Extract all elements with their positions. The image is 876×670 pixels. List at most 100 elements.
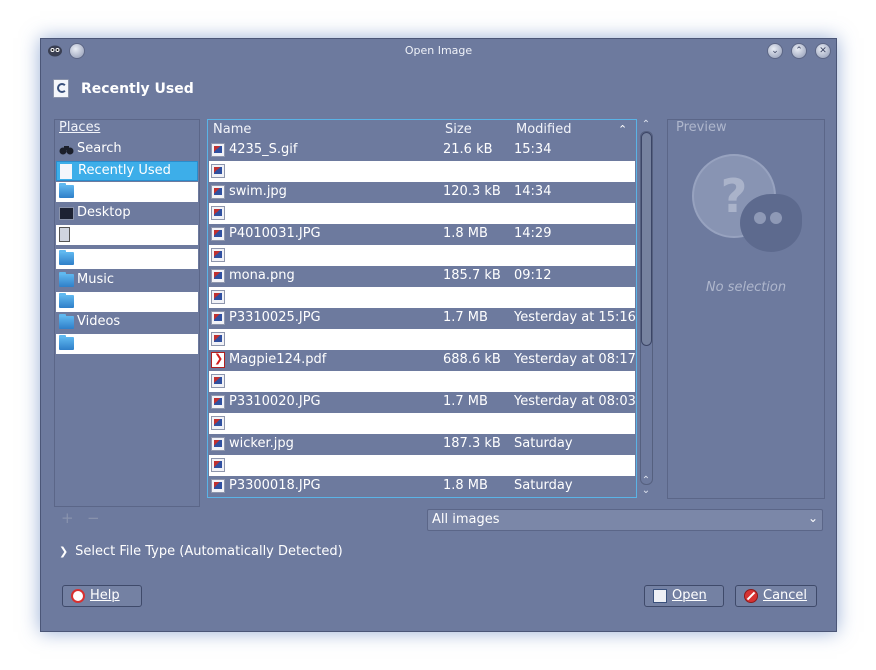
scroll-track[interactable] bbox=[640, 131, 653, 485]
preview-header: Preview bbox=[676, 120, 727, 135]
places-item-folder[interactable] bbox=[56, 292, 198, 312]
file-row[interactable]: P3300018.JPG 1.8 MB Saturday bbox=[209, 476, 635, 497]
file-list: Name Size Modified ⌃ 4235_S.gif 21.6 kB 15… bbox=[207, 119, 637, 498]
image-file-icon bbox=[211, 206, 225, 220]
file-size: 1.7 MB bbox=[443, 310, 488, 325]
file-row[interactable]: mona.png 185.7 kB 09:12 bbox=[209, 266, 635, 287]
file-row[interactable] bbox=[209, 371, 635, 392]
column-header-size[interactable]: Size bbox=[445, 122, 472, 137]
image-file-icon bbox=[211, 395, 225, 409]
file-filter-select[interactable]: All images ⌄ bbox=[427, 509, 823, 531]
image-file-icon bbox=[211, 269, 225, 283]
file-modified: 09:12 bbox=[514, 268, 552, 283]
close-icon[interactable]: ✕ bbox=[815, 43, 831, 59]
file-modified: Yesterday at 08:03 bbox=[514, 394, 636, 409]
file-list-scrollbar[interactable]: ⌃ ⌃ ⌄ bbox=[639, 119, 653, 499]
folder-icon bbox=[59, 335, 74, 350]
file-size: 1.8 MB bbox=[443, 478, 488, 493]
minimize-icon[interactable]: ⌄ bbox=[767, 43, 783, 59]
folder-icon bbox=[59, 293, 74, 308]
places-item-label: Desktop bbox=[77, 205, 131, 220]
image-file-icon bbox=[211, 290, 225, 304]
places-item-home[interactable] bbox=[56, 182, 198, 202]
image-file-icon bbox=[211, 248, 225, 262]
file-row[interactable] bbox=[209, 455, 635, 476]
file-row[interactable]: P4010031.JPG 1.8 MB 14:29 bbox=[209, 224, 635, 245]
image-file-icon bbox=[211, 332, 225, 346]
file-size: 688.6 kB bbox=[443, 352, 501, 367]
file-name: wicker.jpg bbox=[229, 436, 294, 451]
file-row[interactable]: swim.jpg 120.3 kB 14:34 bbox=[209, 182, 635, 203]
file-size: 1.8 MB bbox=[443, 226, 488, 241]
places-item-drive[interactable] bbox=[56, 225, 198, 245]
file-size: 1.7 MB bbox=[443, 394, 488, 409]
binoculars-icon bbox=[59, 143, 74, 156]
places-item-folder[interactable] bbox=[56, 249, 198, 269]
places-item-videos[interactable]: Videos bbox=[56, 313, 198, 333]
places-item-label: Music bbox=[77, 272, 114, 287]
expander-label: Select File Type (Automatically Detected… bbox=[75, 544, 343, 559]
home-folder-icon bbox=[59, 183, 74, 198]
image-file-icon bbox=[211, 416, 225, 430]
file-modified: Saturday bbox=[514, 436, 573, 451]
scroll-thumb[interactable] bbox=[641, 132, 652, 346]
file-modified: Saturday bbox=[514, 478, 573, 493]
places-item-recently-used[interactable]: Recently Used bbox=[56, 161, 198, 181]
file-row[interactable]: wicker.jpg 187.3 kB Saturday bbox=[209, 434, 635, 455]
places-item-desktop[interactable]: Desktop bbox=[56, 204, 198, 224]
places-panel: Places Search Recently Used Desktop Musi… bbox=[54, 119, 200, 507]
places-item-label: Search bbox=[77, 141, 122, 156]
file-modified: Yesterday at 08:17 bbox=[514, 352, 636, 367]
file-row[interactable] bbox=[209, 287, 635, 308]
file-name: P3300018.JPG bbox=[229, 478, 321, 493]
add-icon[interactable]: + bbox=[61, 509, 74, 527]
image-file-icon bbox=[211, 458, 225, 472]
places-item-label: Recently Used bbox=[78, 163, 171, 178]
open-icon bbox=[653, 589, 667, 603]
file-modified: 14:29 bbox=[514, 226, 552, 241]
file-list-header: Name Size Modified ⌃ bbox=[208, 120, 636, 140]
file-row[interactable]: P3310025.JPG 1.7 MB Yesterday at 15:16 bbox=[209, 308, 636, 329]
image-file-icon bbox=[211, 227, 225, 241]
file-name: swim.jpg bbox=[229, 184, 287, 199]
cancel-button[interactable]: Cancel bbox=[735, 585, 817, 607]
column-header-modified[interactable]: Modified bbox=[516, 122, 571, 137]
column-header-name[interactable]: Name bbox=[213, 122, 251, 137]
chevron-up-icon[interactable]: ⌃ bbox=[618, 123, 627, 136]
file-row[interactable] bbox=[209, 203, 635, 224]
preview-empty-text: No selection bbox=[705, 280, 787, 295]
places-header[interactable]: Places bbox=[59, 120, 100, 138]
file-name: P3310020.JPG bbox=[229, 394, 321, 409]
image-file-icon bbox=[211, 164, 225, 178]
scroll-down-icon[interactable]: ⌄ bbox=[639, 485, 653, 497]
image-file-icon bbox=[211, 437, 225, 451]
scroll-up-icon[interactable]: ⌃ bbox=[639, 119, 653, 131]
file-filter-value: All images bbox=[432, 512, 500, 527]
file-name: P4010031.JPG bbox=[229, 226, 321, 241]
title-bar[interactable]: Open Image ⌄ ⌃ ✕ bbox=[41, 39, 836, 65]
recent-document-icon bbox=[53, 79, 69, 98]
maximize-icon[interactable]: ⌃ bbox=[791, 43, 807, 59]
places-item-search[interactable]: Search bbox=[56, 140, 198, 160]
image-file-icon bbox=[211, 311, 225, 325]
file-modified: Yesterday at 15:16 bbox=[514, 310, 636, 325]
file-row[interactable] bbox=[209, 329, 635, 350]
drive-icon bbox=[59, 227, 70, 242]
file-row[interactable]: Magpie124.pdf 688.6 kB Yesterday at 08:17 bbox=[209, 350, 636, 371]
help-icon bbox=[71, 589, 85, 603]
places-item-music[interactable]: Music bbox=[56, 271, 198, 291]
help-button[interactable]: Help bbox=[62, 585, 142, 607]
places-item-folder[interactable] bbox=[56, 334, 198, 354]
open-button[interactable]: Open bbox=[644, 585, 724, 607]
file-size: 120.3 kB bbox=[443, 184, 501, 199]
file-row[interactable] bbox=[209, 245, 635, 266]
file-size: 185.7 kB bbox=[443, 268, 501, 283]
remove-icon[interactable]: − bbox=[87, 509, 100, 527]
open-image-dialog: Open Image ⌄ ⌃ ✕ Recently Used Places Se… bbox=[40, 38, 837, 632]
file-row[interactable]: 4235_S.gif 21.6 kB 15:34 bbox=[209, 140, 635, 161]
file-row[interactable]: P3310020.JPG 1.7 MB Yesterday at 08:03 bbox=[209, 392, 636, 413]
no-preview-icon: ? bbox=[692, 154, 802, 254]
select-file-type-expander[interactable]: ❯ Select File Type (Automatically Detect… bbox=[59, 544, 343, 559]
file-row[interactable] bbox=[209, 161, 635, 182]
file-row[interactable] bbox=[209, 413, 635, 434]
